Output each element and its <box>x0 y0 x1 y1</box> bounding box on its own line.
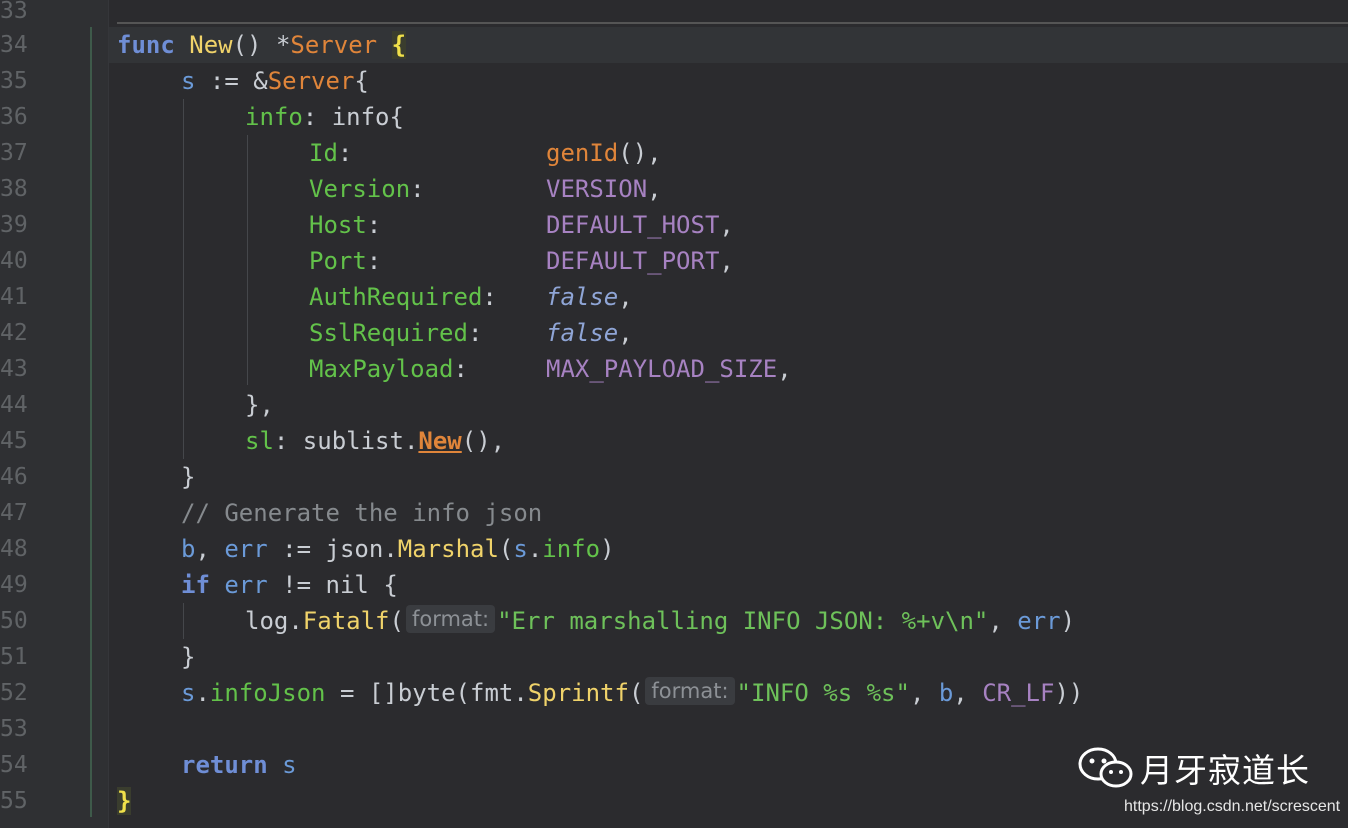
code-line[interactable]: Host: DEFAULT_HOST, <box>0 207 1348 243</box>
code-line[interactable]: s := &Server{ <box>0 63 1348 99</box>
code-line[interactable]: AuthRequired: false, <box>0 279 1348 315</box>
line-number: 53 <box>0 716 28 742</box>
wechat-icon <box>1078 746 1134 790</box>
watermark-name: 月牙寂道长 <box>1140 751 1310 790</box>
line-number: 34 <box>0 32 28 58</box>
code-line[interactable]: }, <box>0 387 1348 423</box>
code-line[interactable]: info: info{ <box>0 99 1348 135</box>
code-line[interactable]: MaxPayload: MAX_PAYLOAD_SIZE, <box>0 351 1348 387</box>
line-number: 33 <box>0 0 28 24</box>
code-line[interactable]: } <box>0 459 1348 495</box>
code-line[interactable]: Version: VERSION, <box>0 171 1348 207</box>
code-line[interactable]: if err != nil { <box>0 567 1348 603</box>
code-line[interactable]: log.Fatalf(format: "Err marshalling INFO … <box>0 603 1348 639</box>
code-line[interactable]: } <box>0 639 1348 675</box>
code-line[interactable]: Port: DEFAULT_PORT, <box>0 243 1348 279</box>
watermark-url: https://blog.csdn.net/screscent <box>1124 798 1341 815</box>
parameter-hint: format: <box>645 677 735 705</box>
watermark: 月牙寂道长 <box>1078 744 1310 792</box>
code-line[interactable]: func New() *Server { <box>109 27 1348 63</box>
code-line[interactable]: // Generate the info json <box>0 495 1348 531</box>
parameter-hint: format: <box>405 605 496 633</box>
code-line[interactable]: sl: sublist.New(), <box>0 423 1348 459</box>
code-line[interactable]: Id: genId(), <box>0 135 1348 171</box>
code-line[interactable]: SslRequired: false, <box>0 315 1348 351</box>
code-line[interactable]: b, err := json.Marshal(s.info) <box>0 531 1348 567</box>
code-line[interactable]: s.infoJson = []byte(fmt.Sprintf(format: "… <box>0 675 1348 711</box>
